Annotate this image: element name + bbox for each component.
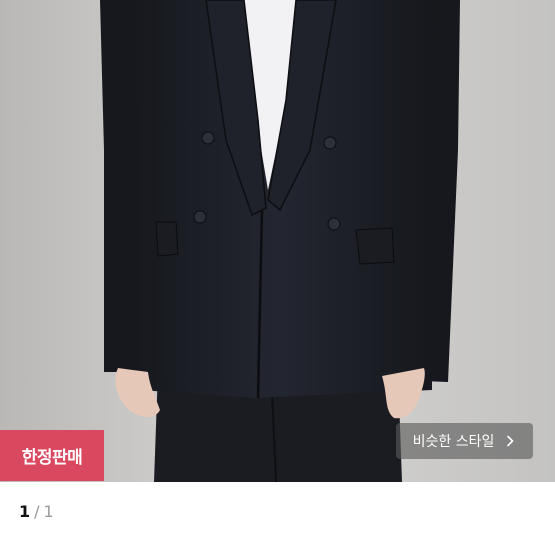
pager-total: 1 [43, 501, 54, 521]
product-photo[interactable]: 한정판매 비슷한 스타일 [0, 0, 555, 482]
similar-style-button[interactable]: 비슷한 스타일 [396, 423, 533, 459]
similar-style-label: 비슷한 스타일 [412, 434, 495, 450]
limited-sale-badge: 한정판매 [0, 430, 104, 481]
product-image-viewer: 한정판매 비슷한 스타일 1 / 1 [0, 0, 555, 555]
model-in-black-double-breasted-jacket [0, 0, 555, 482]
pager-current: 1 [19, 501, 31, 521]
image-pager: 1 / 1 [19, 499, 54, 523]
pager-separator: / [34, 501, 40, 521]
limited-sale-label: 한정판매 [21, 448, 83, 468]
chevron-right-icon [504, 435, 516, 447]
